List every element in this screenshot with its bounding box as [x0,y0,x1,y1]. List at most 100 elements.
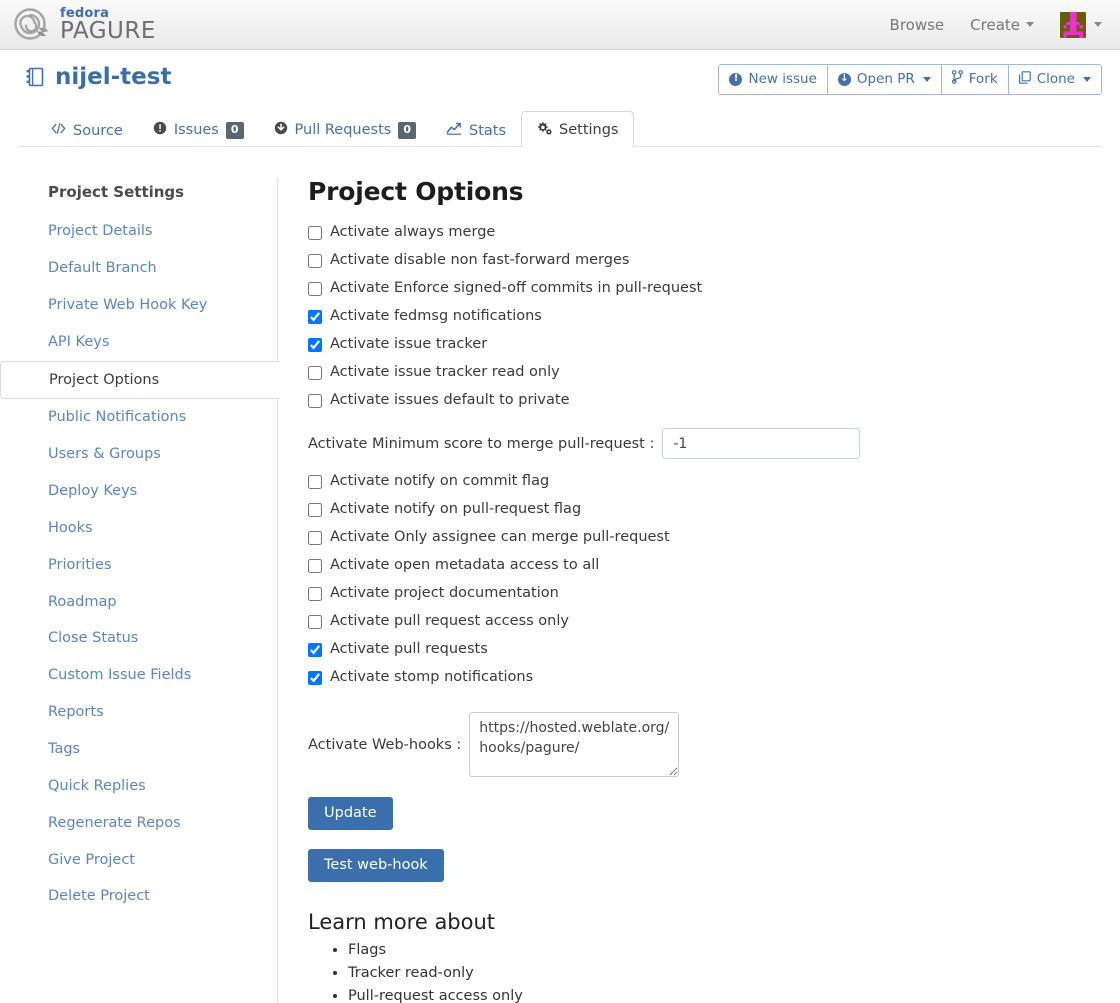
fork-button[interactable]: Fork [941,64,1009,95]
sidebar-item-default-branch[interactable]: Default Branch [0,250,277,287]
option-pull-requests[interactable]: Activate pull requests [308,637,1120,662]
tab-settings[interactable]: Settings [521,111,633,147]
list-item: Flags [348,940,1120,962]
checkbox-only-assignee-can-merge[interactable] [308,531,322,545]
option-label[interactable]: Activate fedmsg notifications [330,307,542,327]
option-label[interactable]: Activate always merge [330,223,495,243]
checkbox-issues-default-to-private[interactable] [308,394,322,408]
sidebar-item-custom-issue-fields[interactable]: Custom Issue Fields [0,657,277,694]
user-menu-dropdown[interactable] [1060,12,1102,38]
tab-source[interactable]: Source [36,112,138,147]
option-always-merge[interactable]: Activate always merge [308,220,1120,245]
option-label[interactable]: Activate Only assignee can merge pull-re… [330,528,670,548]
checkbox-disable-non-fast-forward-merges[interactable] [308,254,322,268]
sidebar-item-hooks[interactable]: Hooks [0,510,277,547]
sidebar-item-label: Public Notifications [48,409,186,425]
sidebar-item-quick-replies[interactable]: Quick Replies [0,768,277,805]
sidebar-item-reports[interactable]: Reports [0,694,277,731]
btn-group-primary-actions: ! New issue ↓ Open PR [718,64,1102,95]
option-disable-non-fast-forward-merges[interactable]: Activate disable non fast-forward merges [308,248,1120,273]
checkbox-notify-on-pull-request-flag[interactable] [308,503,322,517]
minimum-score-input[interactable] [662,428,860,459]
option-label[interactable]: Activate notify on commit flag [330,472,549,492]
sidebar-item-give-project[interactable]: Give Project [0,842,277,879]
option-enforce-signed-off-commits[interactable]: Activate Enforce signed-off commits in p… [308,276,1120,301]
sidebar-item-label: Project Options [49,372,159,388]
checkbox-pull-request-access-only[interactable] [308,615,322,629]
option-open-metadata-access[interactable]: Activate open metadata access to all [308,553,1120,578]
checkbox-issue-tracker[interactable] [308,338,322,352]
checkbox-fedmsg-notifications[interactable] [308,310,322,324]
checkbox-stomp-notifications[interactable] [308,671,322,685]
sidebar-item-regenerate-repos[interactable]: Regenerate Repos [0,805,277,842]
checkbox-pull-requests[interactable] [308,643,322,657]
option-project-documentation[interactable]: Activate project documentation [308,581,1120,606]
option-label[interactable]: Activate open metadata access to all [330,556,599,576]
option-notify-on-commit-flag[interactable]: Activate notify on commit flag [308,469,1120,494]
sidebar-item-label: Regenerate Repos [48,815,181,831]
checkbox-project-documentation[interactable] [308,587,322,601]
minimum-score-row: Activate Minimum score to merge pull-req… [308,428,1120,459]
project-tabs: Source Issues 0 Pull Requests 0 [36,111,1102,146]
brand-text: fedora PAGURE [60,7,156,43]
update-button[interactable]: Update [308,797,393,830]
tab-pull-requests[interactable]: Pull Requests 0 [259,111,431,147]
option-issue-tracker-read-only[interactable]: Activate issue tracker read only [308,360,1120,385]
option-label[interactable]: Activate pull requests [330,640,488,660]
sidebar-item-priorities[interactable]: Priorities [0,547,277,584]
option-label[interactable]: Activate project documentation [330,584,559,604]
sidebar-item-roadmap[interactable]: Roadmap [0,584,277,621]
option-label[interactable]: Activate issues default to private [330,391,570,411]
option-issues-default-to-private[interactable]: Activate issues default to private [308,388,1120,413]
new-issue-button[interactable]: ! New issue [718,64,827,95]
sidebar-item-label: Hooks [48,520,93,536]
open-pr-label: Open PR [857,71,915,87]
list-item: Tracker read-only [348,963,1120,985]
tab-stats[interactable]: Stats [431,112,521,147]
nav-browse-link[interactable]: Browse [890,16,945,34]
checkbox-enforce-signed-off-commits[interactable] [308,282,322,296]
nav-create-dropdown[interactable]: Create [970,16,1034,34]
option-label[interactable]: Activate Enforce signed-off commits in p… [330,279,702,299]
sidebar-item-project-options[interactable]: Project Options [0,361,279,400]
checkbox-notify-on-commit-flag[interactable] [308,475,322,489]
tab-source-label: Source [73,123,123,139]
sidebar-item-tags[interactable]: Tags [0,731,277,768]
sidebar-item-api-keys[interactable]: API Keys [0,324,277,361]
clone-button[interactable]: Clone [1008,64,1102,95]
option-label[interactable]: Activate issue tracker [330,335,487,355]
sidebar-item-close-status[interactable]: Close Status [0,620,277,657]
download-circle-icon [274,121,288,139]
option-stomp-notifications[interactable]: Activate stomp notifications [308,665,1120,690]
checkbox-always-merge[interactable] [308,226,322,240]
checkbox-issue-tracker-read-only[interactable] [308,366,322,380]
option-fedmsg-notifications[interactable]: Activate fedmsg notifications [308,304,1120,329]
option-label[interactable]: Activate disable non fast-forward merges [330,251,629,271]
option-issue-tracker[interactable]: Activate issue tracker [308,332,1120,357]
sidebar-item-delete-project[interactable]: Delete Project [0,878,277,915]
webhooks-textarea[interactable] [469,712,679,777]
sidebar-item-label: Tags [48,741,80,757]
copy-icon [1019,71,1031,88]
option-label[interactable]: Activate notify on pull-request flag [330,500,581,520]
sidebar-item-public-notifications[interactable]: Public Notifications [0,399,277,436]
sidebar-item-deploy-keys[interactable]: Deploy Keys [0,473,277,510]
tab-issues[interactable]: Issues 0 [138,111,259,147]
sidebar-item-private-web-hook-key[interactable]: Private Web Hook Key [0,287,277,324]
option-only-assignee-can-merge[interactable]: Activate Only assignee can merge pull-re… [308,525,1120,550]
option-label[interactable]: Activate issue tracker read only [330,363,560,383]
open-pr-button[interactable]: ↓ Open PR [827,64,942,95]
test-web-hook-button[interactable]: Test web-hook [308,849,444,882]
sidebar-item-project-details[interactable]: Project Details [0,213,277,250]
sidebar-item-label: Project Details [48,223,153,239]
nav-create-label: Create [970,16,1020,34]
option-notify-on-pull-request-flag[interactable]: Activate notify on pull-request flag [308,497,1120,522]
option-label[interactable]: Activate stomp notifications [330,668,533,688]
sidebar-item-users-groups[interactable]: Users & Groups [0,436,277,473]
checkbox-open-metadata-access[interactable] [308,559,322,573]
main-heading: Project Options [308,177,1120,206]
option-pull-request-access-only[interactable]: Activate pull request access only [308,609,1120,634]
sidebar-item-label: API Keys [48,334,109,350]
option-label[interactable]: Activate pull request access only [330,612,569,632]
brand-home-link[interactable]: fedora PAGURE [12,5,156,45]
